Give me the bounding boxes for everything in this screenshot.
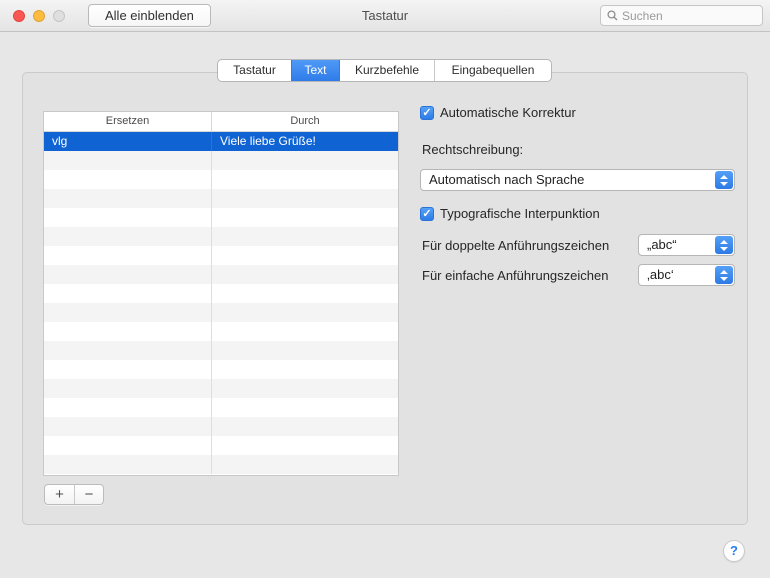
- table-row-empty[interactable]: [44, 265, 398, 284]
- replacement-table: Ersetzen Durch vlg Viele liebe Grüße!: [43, 111, 399, 476]
- table-row-empty[interactable]: [44, 170, 398, 189]
- table-body: vlg Viele liebe Grüße!: [44, 132, 398, 474]
- double-quotes-select[interactable]: „abc“: [638, 234, 735, 256]
- single-quotes-label: Für einfache Anführungszeichen: [422, 268, 609, 283]
- cell-ersetzen: vlg: [44, 132, 212, 151]
- spelling-select-value: Automatisch nach Sprache: [429, 172, 585, 187]
- add-replacement-button[interactable]: +: [45, 485, 74, 504]
- tab-tastatur[interactable]: Tastatur: [218, 60, 291, 81]
- toolbar: Alle einblenden Tastatur Suchen: [0, 0, 770, 32]
- table-row-empty[interactable]: [44, 151, 398, 170]
- table-row-empty[interactable]: [44, 284, 398, 303]
- table-row-empty[interactable]: [44, 303, 398, 322]
- search-icon: [607, 10, 618, 21]
- autocorrect-checkbox-row: ✓ Automatische Korrektur: [420, 105, 576, 120]
- double-quotes-select-value: „abc“: [647, 237, 677, 252]
- double-quotes-label: Für doppelte Anführungszeichen: [422, 238, 610, 253]
- table-row-empty[interactable]: [44, 417, 398, 436]
- tab-eingabequellen[interactable]: Eingabequellen: [434, 60, 551, 81]
- remove-replacement-button[interactable]: −: [74, 485, 103, 504]
- column-header-ersetzen: Ersetzen: [44, 112, 212, 131]
- spelling-label: Rechtschreibung:: [422, 142, 524, 157]
- table-row-empty[interactable]: [44, 189, 398, 208]
- typographic-checkbox-row: ✓ Typografische Interpunktion: [420, 206, 600, 221]
- cell-durch: Viele liebe Grüße!: [220, 134, 316, 148]
- preference-tabs: Tastatur Text Kurzbefehle Eingabequellen: [217, 59, 552, 82]
- single-quotes-select-value: ‚abc‘: [647, 267, 674, 282]
- table-row-empty[interactable]: [44, 322, 398, 341]
- column-header-durch: Durch: [290, 115, 320, 127]
- autocorrect-label: Automatische Korrektur: [440, 105, 576, 120]
- table-row-empty[interactable]: [44, 398, 398, 417]
- search-field[interactable]: Suchen: [600, 5, 763, 26]
- table-row-empty[interactable]: [44, 341, 398, 360]
- table-row-selected[interactable]: vlg Viele liebe Grüße!: [44, 132, 398, 151]
- table-edit-buttons: + −: [44, 484, 104, 505]
- table-row-empty[interactable]: [44, 208, 398, 227]
- table-row-empty[interactable]: [44, 436, 398, 455]
- table-row-empty[interactable]: [44, 227, 398, 246]
- text-tab-panel: Ersetzen Durch vlg Viele liebe Grüße! + …: [22, 72, 748, 525]
- typographic-label: Typografische Interpunktion: [440, 206, 600, 221]
- single-quotes-select[interactable]: ‚abc‘: [638, 264, 735, 286]
- typographic-checkbox[interactable]: ✓: [420, 206, 434, 221]
- system-preferences-window: Alle einblenden Tastatur Suchen Tastatur…: [0, 0, 770, 578]
- tab-text[interactable]: Text: [291, 60, 339, 81]
- table-header: Ersetzen Durch: [44, 112, 398, 132]
- tab-kurzbefehle[interactable]: Kurzbefehle: [339, 60, 434, 81]
- spelling-select[interactable]: Automatisch nach Sprache: [420, 169, 735, 191]
- table-row-empty[interactable]: [44, 246, 398, 265]
- table-row-empty[interactable]: [44, 360, 398, 379]
- autocorrect-checkbox[interactable]: ✓: [420, 105, 434, 120]
- double-quotes-stepper-icon: [715, 236, 733, 254]
- search-placeholder: Suchen: [622, 8, 663, 23]
- spelling-select-stepper-icon: [715, 171, 733, 189]
- table-row-empty[interactable]: [44, 379, 398, 398]
- single-quotes-stepper-icon: [715, 266, 733, 284]
- help-button[interactable]: ?: [723, 540, 745, 562]
- table-row-empty[interactable]: [44, 455, 398, 474]
